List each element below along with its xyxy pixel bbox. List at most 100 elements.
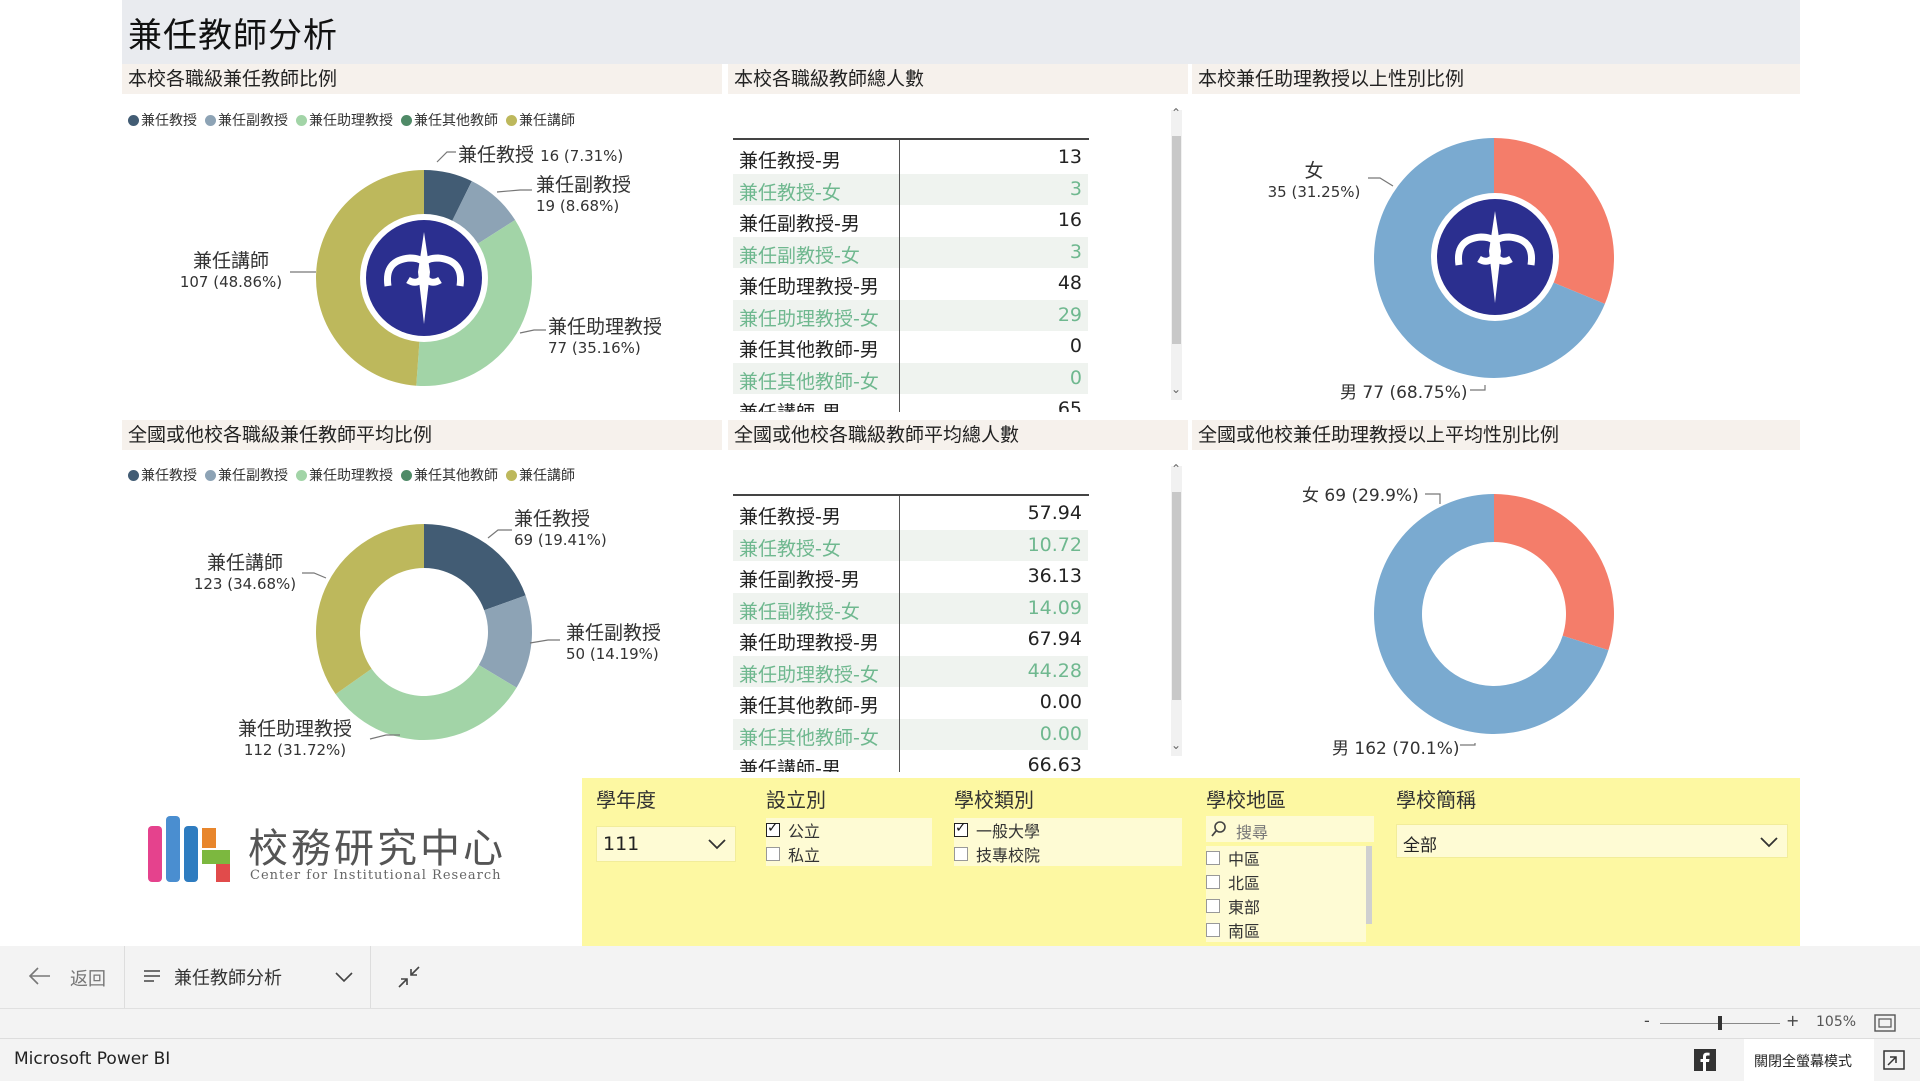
option-south[interactable]: 南區 [1206, 918, 1366, 942]
table-cell-category: 兼任副教授-男 [739, 569, 860, 591]
table-row[interactable]: 兼任教授-男 57.94 [733, 498, 1088, 529]
scroll-up-icon[interactable]: ⌃ [1171, 106, 1181, 120]
table-row[interactable]: 兼任其他教師-女 0 [733, 362, 1088, 394]
table-row[interactable]: 兼任助理教授-女 44.28 [733, 655, 1088, 687]
table-row[interactable]: 兼任講師-男 66.63 [733, 750, 1088, 772]
school-dropdown[interactable]: 全部 [1396, 824, 1788, 858]
scrollbar-thumb[interactable] [1172, 492, 1181, 700]
data-label-asst: 兼任助理教授 112 (31.72%) [222, 714, 368, 759]
table-cell-value: 44.28 [1027, 659, 1082, 682]
data-label-asst: 兼任助理教授 77 (35.16%) [548, 312, 662, 357]
option-label: 南區 [1228, 922, 1261, 941]
zoom-slider-handle[interactable] [1718, 1016, 1722, 1030]
table-row[interactable]: 兼任其他教師-男 0 [733, 331, 1088, 362]
data-label-lect: 兼任講師 123 (34.68%) [190, 548, 300, 593]
search-placeholder: 搜尋 [1236, 823, 1269, 842]
option-private[interactable]: 私立 [766, 842, 932, 866]
slicer-title: 設立別 [766, 788, 826, 812]
table-cell-category: 兼任教授-男 [739, 150, 841, 172]
table-cell-category: 兼任助理教授-女 [739, 663, 879, 686]
data-label-value: 35 (31.25%) [1267, 183, 1361, 201]
data-label-male: 男 77 (68.75%) [1340, 383, 1468, 403]
scrollbar[interactable]: ⌃ ⌄ [1171, 462, 1182, 756]
table-cell-value: 0.00 [1039, 691, 1082, 713]
slicer-title: 學校地區 [1206, 788, 1286, 812]
table-row[interactable]: 兼任教授-男 13 [733, 142, 1088, 173]
exit-fullscreen-tooltip[interactable]: 關閉全螢幕模式 [1744, 1039, 1874, 1081]
checkbox[interactable] [766, 847, 780, 861]
table-school-counts[interactable]: 兼任教授-男 13 兼任教授-女 3 兼任副教授-男 16 兼任副教授-女 3 兼任助理教授-男… [733, 96, 1093, 412]
region-search[interactable]: 搜尋 [1206, 816, 1374, 842]
slicer-region: 學校地區 搜尋 中區 北區 東部 南區 [1206, 784, 1374, 944]
facebook-icon[interactable] [1694, 1049, 1716, 1071]
page-selector[interactable]: 兼任教師分析 [126, 946, 371, 1008]
checkbox-checked[interactable] [954, 820, 968, 837]
option-label: 私立 [788, 846, 821, 865]
slicer-type: 學校類別 一般大學 技專校院 [954, 784, 1182, 866]
scrollbar-thumb[interactable] [1172, 136, 1181, 344]
checkbox-checked[interactable] [766, 820, 780, 837]
table-column-divider [899, 496, 900, 772]
table-row[interactable]: 兼任副教授-男 16 [733, 205, 1088, 236]
data-label-value: 107 (48.86%) [179, 273, 283, 291]
table-column-divider [899, 140, 900, 412]
table-row[interactable]: 兼任助理教授-男 48 [733, 268, 1088, 299]
checkbox[interactable] [1206, 851, 1220, 865]
back-button[interactable]: 返回 [0, 946, 125, 1008]
scrollbar[interactable]: ⌃ ⌄ [1171, 106, 1182, 400]
footer: Microsoft Power BI 關閉全螢幕模式 [0, 1038, 1920, 1081]
zoom-in-button[interactable]: + [1786, 1011, 1799, 1030]
powerbi-link[interactable]: Microsoft Power BI [14, 1049, 170, 1069]
table-cell-category: 兼任其他教師-女 [739, 370, 879, 393]
donut-national-gender[interactable] [1374, 494, 1614, 734]
table-row[interactable]: 兼任副教授-女 3 [733, 236, 1088, 268]
option-east[interactable]: 東部 [1206, 894, 1366, 918]
checkbox[interactable] [1206, 875, 1220, 889]
table-row[interactable]: 兼任助理教授-男 67.94 [733, 624, 1088, 655]
table-row[interactable]: 兼任其他教師-男 0.00 [733, 687, 1088, 718]
leader-line [1460, 743, 1476, 746]
table-cell-category: 兼任助理教授-女 [739, 307, 879, 330]
table-row[interactable]: 兼任其他教師-女 0.00 [733, 718, 1088, 750]
exit-fullscreen-label: 關閉全螢幕模式 [1754, 1054, 1852, 1070]
year-dropdown[interactable]: 111 [596, 826, 736, 862]
data-label-name: 兼任教授 [458, 144, 535, 166]
table-cell-value: 0 [1069, 366, 1082, 389]
scroll-down-icon[interactable]: ⌄ [1171, 738, 1181, 752]
table-national-counts[interactable]: 兼任教授-男 57.94 兼任教授-女 10.72 兼任副教授-男 36.13 兼任副教授-… [733, 452, 1093, 772]
checkbox[interactable] [954, 847, 968, 861]
table-cell-category: 兼任講師-男 [739, 758, 841, 772]
list-icon [144, 970, 160, 982]
scroll-up-icon[interactable]: ⌃ [1171, 462, 1181, 476]
table-row[interactable]: 兼任助理教授-女 29 [733, 299, 1088, 331]
collapse-icon[interactable] [396, 964, 422, 990]
data-label-name: 兼任講師 [192, 250, 269, 272]
option-label: 北區 [1228, 874, 1261, 893]
donut-slice-女[interactable] [1494, 494, 1614, 651]
table-row[interactable]: 兼任教授-女 10.72 [733, 529, 1088, 561]
donut-slice-兼任講師[interactable] [316, 524, 424, 695]
option-tech[interactable]: 技專校院 [954, 842, 1182, 866]
checkbox[interactable] [1206, 923, 1220, 937]
table-row[interactable]: 兼任教授-女 3 [733, 173, 1088, 205]
donut-national-rank[interactable] [316, 524, 532, 740]
option-general-univ[interactable]: 一般大學 [954, 818, 1182, 842]
exit-fullscreen-icon[interactable] [1882, 1049, 1906, 1071]
table-row[interactable]: 兼任講師-男 65 [733, 394, 1088, 412]
option-public[interactable]: 公立 [766, 818, 932, 842]
region-scrollbar[interactable] [1366, 846, 1372, 924]
option-north[interactable]: 北區 [1206, 870, 1366, 894]
donut-slice-兼任教授[interactable] [424, 524, 526, 611]
slicer-title: 學校簡稱 [1396, 788, 1476, 812]
scroll-down-icon[interactable]: ⌄ [1171, 382, 1181, 396]
table-row[interactable]: 兼任副教授-男 36.13 [733, 561, 1088, 592]
data-label-name: 兼任助理教授 [548, 316, 663, 338]
table-cell-value: 67.94 [1027, 628, 1082, 650]
table-row[interactable]: 兼任副教授-女 14.09 [733, 592, 1088, 624]
checkbox[interactable] [1206, 899, 1220, 913]
table-cell-value: 65 [1057, 398, 1082, 412]
option-central[interactable]: 中區 [1206, 846, 1366, 870]
zoom-out-button[interactable]: - [1644, 1011, 1650, 1030]
fit-to-page-icon[interactable] [1874, 1014, 1896, 1032]
table-cell-value: 29 [1057, 303, 1082, 326]
